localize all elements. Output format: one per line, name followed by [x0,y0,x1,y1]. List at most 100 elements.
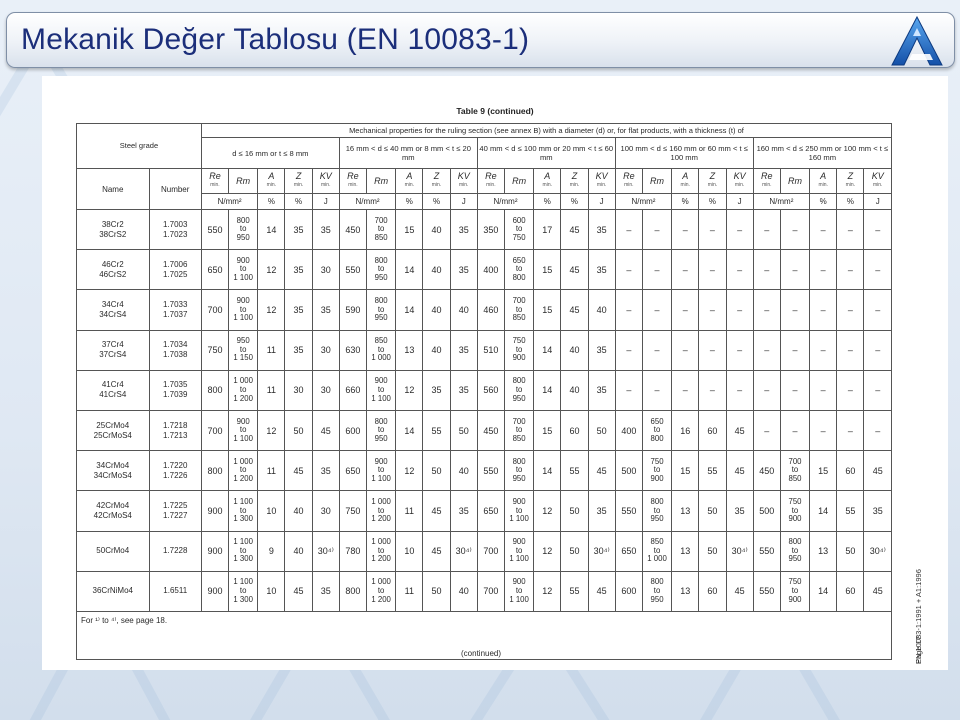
unit-stress: N/mm² [338,193,397,210]
value-cell: 30⁴⁾ [311,530,340,572]
value-cell: – [698,369,727,411]
value-cell: 35 [311,570,340,612]
value-cell: 650 [200,249,230,291]
unit-percent: % [257,193,286,210]
value-cell: 700 to 850 [503,289,535,331]
continued-label: (continued) [461,648,502,658]
value-cell: – [779,409,811,452]
value-cell: 800 to 950 [366,409,397,452]
company-logo-icon [891,15,943,66]
value-cell: 40 [284,530,313,572]
scanned-table-document: Table 9 (continued) Steel grade Mechanica… [42,76,948,670]
value-cell: 17 [533,208,562,251]
steel-name: 41Cr4 41CrS4 [76,369,150,411]
symbol-kv: KV min. [311,168,340,194]
value-cell: – [779,249,811,291]
table-row: 38Cr2 38CrS2 1.7003 1.7023 550 800 to 950 14 35 35… [76,208,892,251]
value-cell: – [809,208,838,251]
value-cell: 550 [200,208,230,251]
value-cell: – [614,249,643,291]
value-cell: 550 [476,450,505,492]
footnote-text: For ¹⁾ to ⁴⁾, see page 18. [81,615,168,625]
table-row: 37Cr4 37CrS4 1.7034 1.7038 750 950 to 1 150 11 35… [76,329,892,371]
value-cell: 30 [311,490,340,532]
value-cell: 9 [257,530,286,572]
steel-number: 1.7003 1.7023 [148,208,202,251]
value-cell: 60 [836,450,865,492]
value-cell: 460 [476,289,505,331]
symbol-kv: KV min. [725,168,754,194]
unit-percent: % [671,193,700,210]
steel-name: 42CrMo4 42CrMoS4 [76,490,150,532]
value-cell: – [725,249,754,291]
value-cell: 30 [311,329,340,371]
value-cell: 15 [395,208,424,251]
unit-percent: % [395,193,424,210]
value-cell: 11 [257,450,286,492]
footnote-cell: For ¹⁾ to ⁴⁾, see page 18. (continued) [76,610,892,660]
page-title: Mekanik Değer Tablosu (EN 10083-1) [21,23,530,56]
value-cell: 350 [476,208,505,251]
value-cell: 15 [533,249,562,291]
symbol-qualifier: min. [321,182,331,188]
steel-number: 1.7218 1.7213 [148,409,202,452]
value-cell: 12 [257,249,286,291]
table-row: 41Cr4 41CrS4 1.7035 1.7039 800 1 000 to 1 200 11… [76,369,892,411]
unit-percent: % [533,193,562,210]
value-cell: 700 to 850 [366,208,397,251]
symbol-rm: Rm [641,168,673,194]
unit-joule: J [863,193,892,210]
value-cell: 50 [422,450,451,492]
value-cell: – [779,289,811,331]
value-cell: 800 to 950 [779,530,811,572]
value-cell: 1 100 to 1 300 [228,530,259,572]
value-cell: 590 [338,289,368,331]
value-cell: 50 [698,530,727,572]
steel-name: 34Cr4 34CrS4 [76,289,150,331]
value-cell: 30⁴⁾ [863,530,892,572]
value-cell: – [671,249,700,291]
symbol-qualifier: min. [404,182,415,188]
steel-name: 38Cr2 38CrS2 [76,208,150,251]
value-cell: 40 [449,289,478,331]
value-cell: 15 [533,409,562,452]
symbol-z: Zmin. [698,168,727,194]
value-cell: 1 100 to 1 300 [228,570,259,612]
value-cell: – [863,409,892,452]
value-cell: – [779,208,811,251]
value-cell: 750 [200,329,230,371]
value-cell: 13 [395,329,424,371]
symbol-re: Re min. [752,168,781,194]
value-cell: 800 to 950 [228,208,259,251]
value-cell: – [641,289,673,331]
value-cell: 55 [560,450,589,492]
value-cell: 600 to 750 [503,208,535,251]
symbol-qualifier: min. [266,182,277,188]
value-cell: – [698,249,727,291]
value-cell: – [752,249,781,291]
symbol-qualifier: min. [680,182,690,188]
symbol-qualifier: min. [458,182,469,188]
value-cell: 800 [338,570,368,612]
unit-percent: % [836,193,865,210]
value-cell: 35 [284,289,313,331]
value-cell: 45 [284,570,313,612]
value-cell: 11 [257,369,286,411]
value-cell: – [779,329,811,371]
value-cell: 14 [533,450,562,492]
value-cell: – [809,289,838,331]
value-cell: – [725,289,754,331]
value-cell: 400 [614,409,643,452]
unit-stress: N/mm² [752,193,811,210]
value-cell: 1 000 to 1 200 [228,450,259,492]
value-cell: 30⁴⁾ [587,530,616,572]
symbol-a: Amin. [395,168,424,194]
value-cell: 700 to 850 [779,450,811,492]
symbol-z: Zmin. [560,168,589,194]
value-cell: 900 to 1 100 [366,450,397,492]
value-cell: 450 [476,409,505,452]
range-header-1: d ≤ 16 mm or t ≤ 8 mm [200,137,340,169]
value-cell: – [863,329,892,371]
value-cell: 30⁴⁾ [449,530,478,572]
value-cell: 50 [587,409,616,452]
